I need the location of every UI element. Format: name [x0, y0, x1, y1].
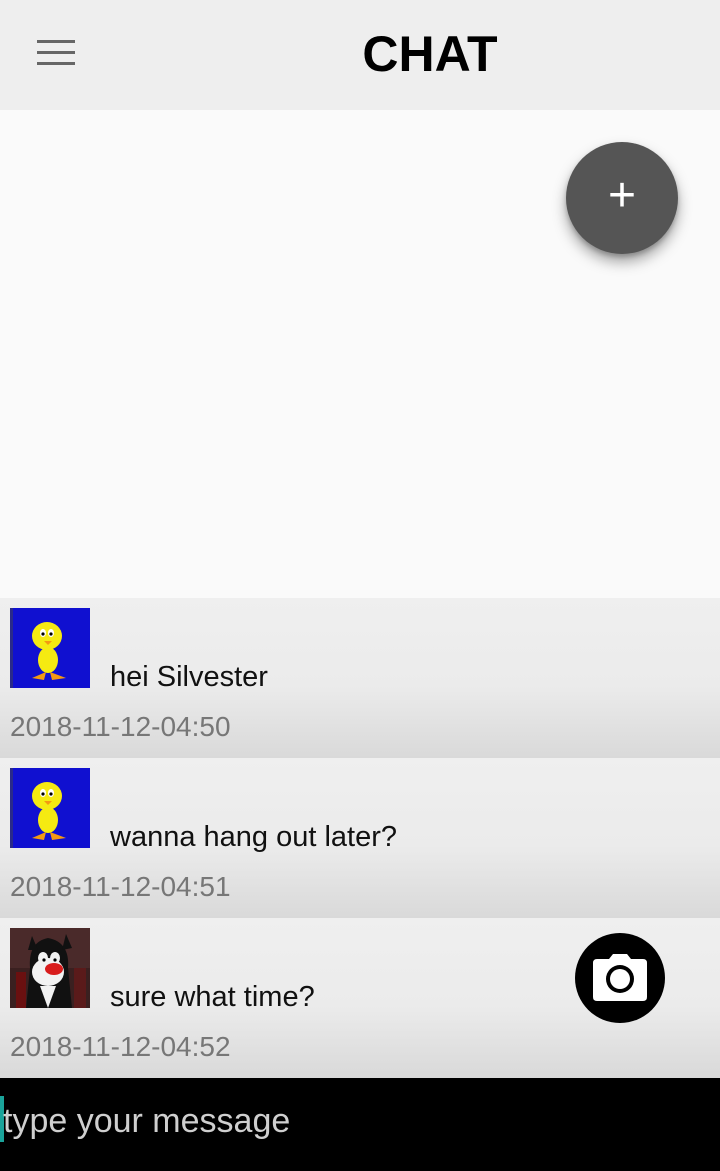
- menu-line: [37, 51, 75, 54]
- tweety-avatar-image: [10, 768, 90, 848]
- message-item[interactable]: wanna hang out later? 2018-11-12-04:51: [0, 758, 720, 918]
- message-timestamp: 2018-11-12-04:51: [10, 871, 231, 902]
- page-title: CHAT: [362, 26, 498, 82]
- sylvester-avatar-image: [10, 928, 90, 1008]
- message-input[interactable]: [3, 1078, 720, 1164]
- message-text: sure what time?: [110, 981, 315, 1013]
- message-item[interactable]: hei Silvester 2018-11-12-04:50: [0, 598, 720, 758]
- message-text: wanna hang out later?: [110, 821, 397, 853]
- menu-line: [37, 40, 75, 43]
- hamburger-menu-icon[interactable]: [30, 33, 82, 73]
- message-timestamp: 2018-11-12-04:52: [10, 1031, 231, 1062]
- app-header: CHAT: [0, 0, 720, 110]
- menu-line: [37, 62, 75, 65]
- add-button[interactable]: +: [566, 142, 678, 254]
- plus-icon: +: [607, 169, 637, 222]
- message-composer: [0, 1078, 720, 1171]
- camera-button[interactable]: [575, 933, 665, 1023]
- chat-screen: CHAT + hei Silvester 2018-11-12-04:50 wa…: [0, 0, 720, 1171]
- camera-icon: [593, 954, 647, 1001]
- tweety-avatar-image: [10, 608, 90, 688]
- message-timestamp: 2018-11-12-04:50: [10, 711, 231, 742]
- avatar-tweety: [10, 768, 90, 848]
- message-text: hei Silvester: [110, 661, 268, 693]
- avatar-sylvester: [10, 928, 90, 1008]
- avatar-tweety: [10, 608, 90, 688]
